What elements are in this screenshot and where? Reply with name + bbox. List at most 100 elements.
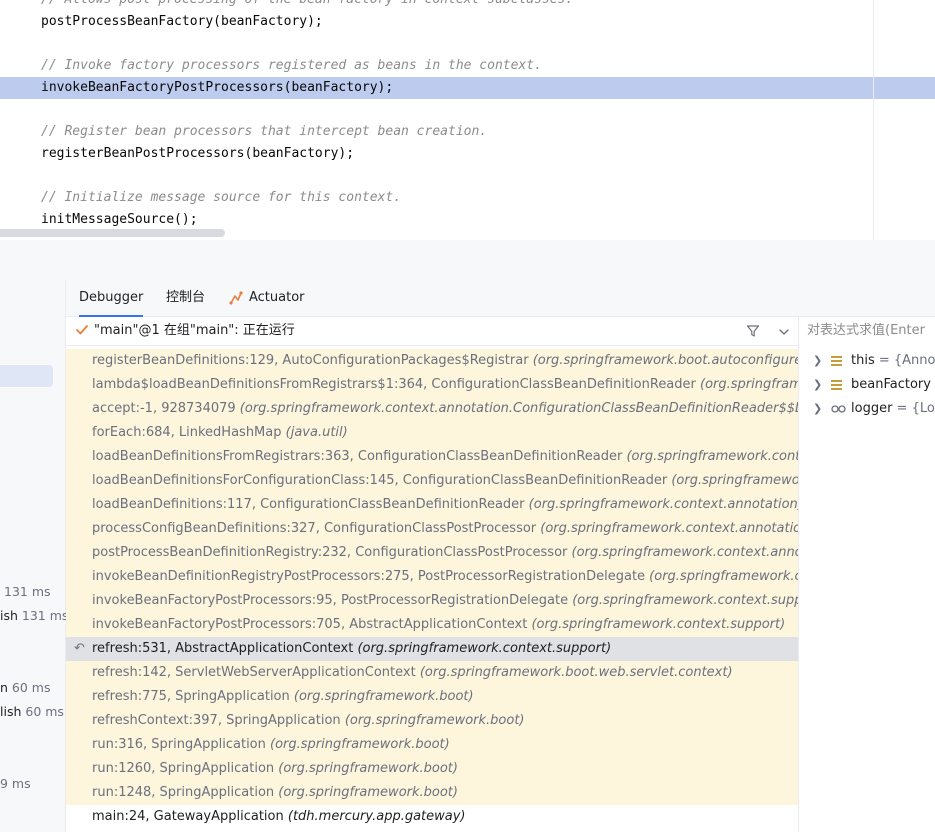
horizontal-scrollbar[interactable] bbox=[0, 229, 225, 237]
stack-frame[interactable]: invokeBeanFactoryPostProcessors:705, Abs… bbox=[66, 613, 798, 637]
frame-package: (org.springframework.boot) bbox=[278, 761, 458, 776]
stack-frame[interactable]: invokeBeanFactoryPostProcessors:95, Post… bbox=[66, 589, 798, 613]
frame-method: run:1248, SpringApplication bbox=[92, 785, 279, 800]
thread-selector[interactable]: "main"@1 在组"main": 正在运行 bbox=[66, 317, 798, 346]
stack-frames-list[interactable]: registerBeanDefinitions:129, AutoConfigu… bbox=[66, 349, 798, 832]
frame-method: invokeBeanFactoryPostProcessors:95, Post… bbox=[92, 593, 573, 608]
frame-package: (org.springframework.boot) bbox=[278, 785, 458, 800]
frame-method: refresh:775, SpringApplication bbox=[92, 689, 294, 704]
frame-method: refreshContext:397, SpringApplication bbox=[92, 713, 345, 728]
variables-panel: 对表达式求值(Enter ❯ this = {Annot ❯ beanFacto… bbox=[799, 317, 935, 832]
stack-frame[interactable]: forEach:684, LinkedHashMap (java.util) bbox=[66, 421, 798, 445]
stack-frame[interactable]: processConfigBeanDefinitions:327, Config… bbox=[66, 517, 798, 541]
frame-method: invokeBeanDefinitionRegistryPostProcesso… bbox=[92, 569, 650, 584]
code-line[interactable]: // Initialize message source for this co… bbox=[0, 187, 935, 209]
frame-package: (org.springframework.boot) bbox=[344, 713, 525, 728]
code-editor[interactable]: // Allows post-processing of the bean fa… bbox=[0, 0, 935, 241]
variable-logger[interactable]: ❯ logger = {Log bbox=[799, 397, 935, 421]
thread-label: "main"@1 在组"main": 正在运行 bbox=[94, 323, 295, 338]
evaluate-expression-input[interactable]: 对表达式求值(Enter bbox=[807, 317, 925, 345]
code-line[interactable]: // Allows post-processing of the bean fa… bbox=[0, 0, 935, 11]
chevron-right-icon[interactable]: ❯ bbox=[813, 397, 822, 421]
selected-service-row[interactable] bbox=[0, 365, 53, 387]
code-line[interactable]: registerBeanPostProcessors(beanFactory); bbox=[0, 143, 935, 165]
frame-package: (org.springframework.context.annotation.… bbox=[239, 401, 798, 416]
stack-frame[interactable]: refresh:775, SpringApplication (org.spri… bbox=[66, 685, 798, 709]
stack-frame[interactable]: run:1260, SpringApplication (org.springf… bbox=[66, 757, 798, 781]
stack-frame[interactable]: invokeBeanDefinitionRegistryPostProcesso… bbox=[66, 565, 798, 589]
frame-method: forEach:684, LinkedHashMap bbox=[92, 425, 286, 440]
check-icon bbox=[76, 325, 88, 335]
service-timing[interactable]: n 60 ms bbox=[0, 680, 51, 695]
actuator-icon bbox=[229, 291, 243, 305]
frame-package: (org.springframework.boot.web.servlet.co… bbox=[419, 665, 733, 680]
panel-separator bbox=[0, 240, 935, 280]
frame-package: (org.springframework.context.annotation) bbox=[671, 473, 798, 488]
frame-package: (org.springframework.context.support) bbox=[357, 641, 612, 656]
stack-frame[interactable]: main:24, GatewayApplication (tdh.mercury… bbox=[66, 805, 798, 829]
variable-this[interactable]: ❯ this = {Annot bbox=[799, 349, 935, 373]
frame-package: (org.springframework.boot) bbox=[293, 689, 474, 704]
frame-method: run:1260, SpringApplication bbox=[92, 761, 279, 776]
code-line[interactable]: initMessageSource(); bbox=[0, 209, 935, 231]
chevron-right-icon[interactable]: ❯ bbox=[813, 349, 822, 373]
tab-debugger[interactable]: Debugger bbox=[79, 280, 144, 317]
frame-package: (tdh.mercury.app.gateway) bbox=[287, 809, 466, 824]
code-line[interactable]: // Register bean processors that interce… bbox=[0, 121, 935, 143]
frame-package: (org.springframework.context.support) bbox=[531, 617, 786, 632]
frame-method: registerBeanDefinitions:129, AutoConfigu… bbox=[92, 353, 533, 368]
frame-method: refresh:142, ServletWebServerApplication… bbox=[92, 665, 420, 680]
frame-method: postProcessBeanDefinitionRegistry:232, C… bbox=[92, 545, 572, 560]
frame-method: run:316, SpringApplication bbox=[92, 737, 271, 752]
chevron-right-icon[interactable]: ❯ bbox=[813, 373, 822, 397]
frame-package: (org.springframework.context.support) bbox=[649, 569, 798, 584]
filter-icon[interactable] bbox=[746, 324, 760, 338]
code-line[interactable]: postProcessBeanFactory(beanFactory); bbox=[0, 11, 935, 33]
watch-icon bbox=[831, 405, 846, 413]
code-line[interactable]: // Invoke factory processors registered … bbox=[0, 55, 935, 77]
frame-package: (java.util) bbox=[285, 425, 348, 440]
stack-frame[interactable]: loadBeanDefinitionsForConfigurationClass… bbox=[66, 469, 798, 493]
stack-frame[interactable]: refreshContext:397, SpringApplication (o… bbox=[66, 709, 798, 733]
frame-method: loadBeanDefinitions:117, ConfigurationCl… bbox=[92, 497, 529, 512]
frame-method: accept:-1, 928734079 bbox=[92, 401, 240, 416]
frame-package: (org.springframework.context.annotation) bbox=[540, 521, 798, 536]
frame-method: refresh:531, AbstractApplicationContext bbox=[92, 641, 358, 656]
frame-package: (org.springframework.boot) bbox=[270, 737, 450, 752]
service-timing[interactable]: ish 131 ms bbox=[0, 608, 68, 623]
frame-method: loadBeanDefinitionsFromRegistrars:363, C… bbox=[92, 449, 627, 464]
frame-method: processConfigBeanDefinitions:327, Config… bbox=[92, 521, 541, 536]
field-icon bbox=[831, 380, 842, 390]
stack-frame[interactable]: postProcessBeanDefinitionRegistry:232, C… bbox=[66, 541, 798, 565]
chevron-down-icon[interactable] bbox=[778, 326, 790, 338]
services-header bbox=[0, 280, 66, 316]
stack-frame[interactable]: run:316, SpringApplication (org.springfr… bbox=[66, 733, 798, 757]
return-arrow-icon: ↶ bbox=[74, 641, 85, 656]
tab-console[interactable]: 控制台 bbox=[166, 280, 205, 316]
variable-beanFactory[interactable]: ❯ beanFactory = bbox=[799, 373, 935, 397]
frame-method: invokeBeanFactoryPostProcessors:705, Abs… bbox=[92, 617, 532, 632]
right-margin-guide bbox=[873, 0, 874, 240]
frame-package: (org.springframework.boot.autoconfigure) bbox=[532, 353, 798, 368]
frame-package: (org.springframework.context.annotation) bbox=[528, 497, 798, 512]
stack-frame[interactable]: registerBeanDefinitions:129, AutoConfigu… bbox=[66, 349, 798, 373]
frame-method: loadBeanDefinitionsForConfigurationClass… bbox=[92, 473, 672, 488]
debug-tool-window-header: Debugger 控制台 Actuator bbox=[0, 280, 935, 317]
stack-frame[interactable]: loadBeanDefinitionsFromRegistrars:363, C… bbox=[66, 445, 798, 469]
frame-method: main:24, GatewayApplication bbox=[92, 809, 288, 824]
stack-frame[interactable]: lambda$loadBeanDefinitionsFromRegistrars… bbox=[66, 373, 798, 397]
stack-frame[interactable]: accept:-1, 928734079 (org.springframewor… bbox=[66, 397, 798, 421]
stack-frame[interactable]: loadBeanDefinitions:117, ConfigurationCl… bbox=[66, 493, 798, 517]
current-stack-frame[interactable]: ↶ refresh:531, AbstractApplicationContext… bbox=[66, 637, 798, 661]
service-timing[interactable]: 131 ms bbox=[4, 584, 51, 599]
field-icon bbox=[831, 356, 842, 366]
stack-frame[interactable]: run:1248, SpringApplication (org.springf… bbox=[66, 781, 798, 805]
current-execution-line[interactable]: invokeBeanFactoryPostProcessors(beanFact… bbox=[0, 77, 935, 99]
frame-package: (org.springframework.context.annotation) bbox=[700, 377, 798, 392]
frame-package: (org.springframework.context.annotation) bbox=[571, 545, 798, 560]
tab-actuator[interactable]: Actuator bbox=[229, 280, 305, 316]
service-timing[interactable]: 9 ms bbox=[0, 776, 31, 791]
service-timing[interactable]: lish 60 ms bbox=[0, 704, 64, 719]
frame-package: (org.springframework.context.support) bbox=[572, 593, 798, 608]
stack-frame[interactable]: refresh:142, ServletWebServerApplication… bbox=[66, 661, 798, 685]
